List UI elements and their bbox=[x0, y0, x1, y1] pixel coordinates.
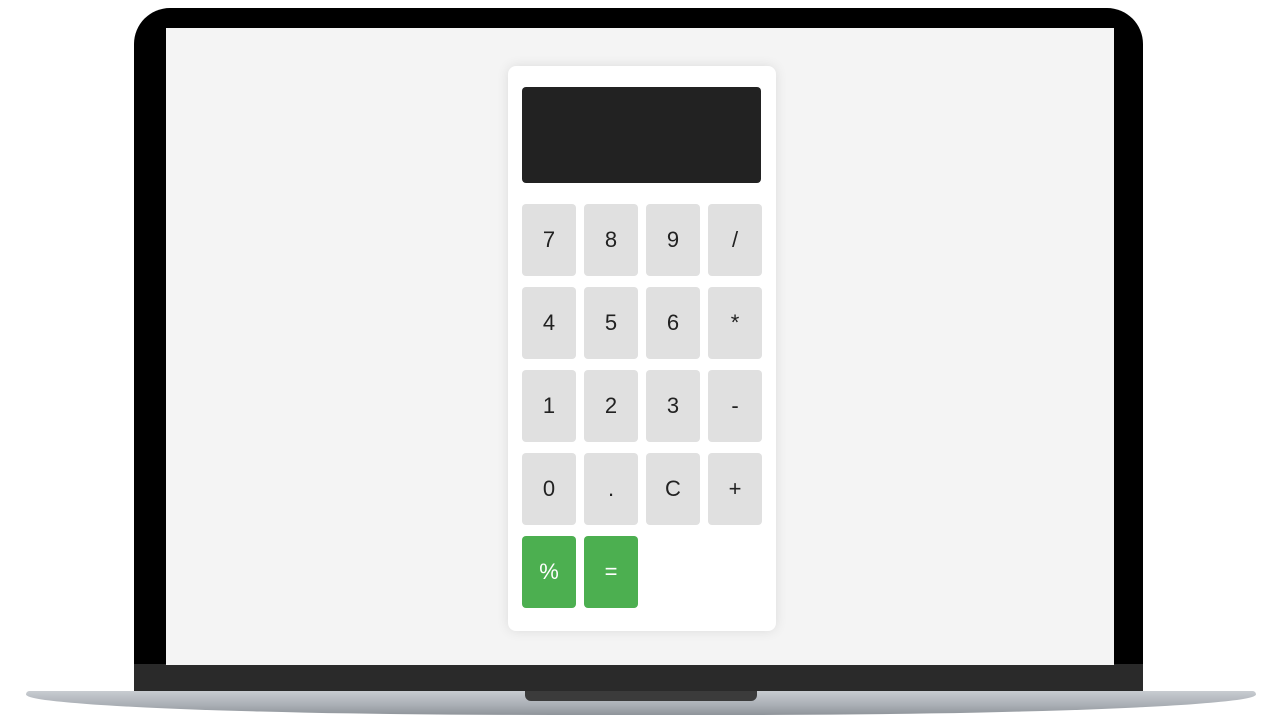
key-add[interactable]: + bbox=[708, 453, 762, 525]
calculator-keypad: 7 8 9 / 4 5 6 * 1 2 3 - 0 . C + % = bbox=[522, 204, 762, 608]
laptop-screen: 7 8 9 / 4 5 6 * 1 2 3 - 0 . C + % = bbox=[166, 28, 1114, 665]
key-7[interactable]: 7 bbox=[522, 204, 576, 276]
key-decimal[interactable]: . bbox=[584, 453, 638, 525]
key-4[interactable]: 4 bbox=[522, 287, 576, 359]
calculator: 7 8 9 / 4 5 6 * 1 2 3 - 0 . C + % = bbox=[508, 66, 776, 631]
key-1[interactable]: 1 bbox=[522, 370, 576, 442]
laptop-base-notch bbox=[525, 691, 757, 701]
key-percent[interactable]: % bbox=[522, 536, 576, 608]
key-divide[interactable]: / bbox=[708, 204, 762, 276]
laptop-bezel-bottom bbox=[134, 664, 1143, 694]
key-multiply[interactable]: * bbox=[708, 287, 762, 359]
key-6[interactable]: 6 bbox=[646, 287, 700, 359]
key-equals[interactable]: = bbox=[584, 536, 638, 608]
key-subtract[interactable]: - bbox=[708, 370, 762, 442]
key-9[interactable]: 9 bbox=[646, 204, 700, 276]
key-3[interactable]: 3 bbox=[646, 370, 700, 442]
laptop-frame: 7 8 9 / 4 5 6 * 1 2 3 - 0 . C + % = bbox=[0, 0, 1280, 720]
key-2[interactable]: 2 bbox=[584, 370, 638, 442]
key-0[interactable]: 0 bbox=[522, 453, 576, 525]
key-clear[interactable]: C bbox=[646, 453, 700, 525]
key-5[interactable]: 5 bbox=[584, 287, 638, 359]
key-8[interactable]: 8 bbox=[584, 204, 638, 276]
calculator-display bbox=[522, 87, 761, 183]
